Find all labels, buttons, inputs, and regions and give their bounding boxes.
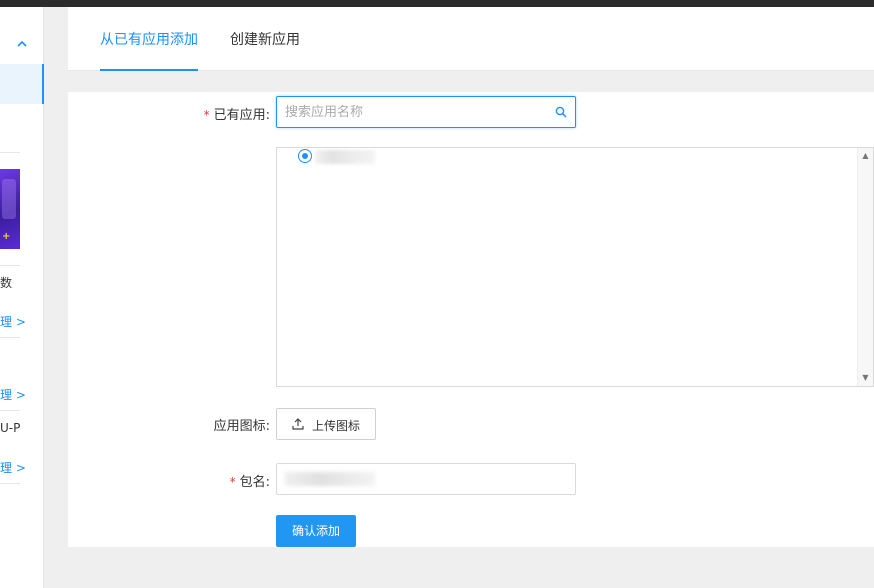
confirm-add-button[interactable]: 确认添加: [276, 515, 356, 547]
sidebar: + 数 理 > 理 > U-P 理 >: [0, 7, 44, 588]
sidebar-link[interactable]: 理 >: [0, 313, 26, 330]
banner-plus-icon: +: [2, 231, 11, 242]
sidebar-divider: [0, 152, 20, 153]
app-list-scrollbar[interactable]: ▲ ▼: [857, 148, 873, 386]
scroll-up-icon[interactable]: ▲: [858, 148, 873, 164]
sidebar-link[interactable]: 理 >: [0, 386, 26, 403]
existing-app-label: * 已有应用:: [204, 104, 270, 123]
required-mark: *: [203, 108, 210, 122]
blurred-app-name: [315, 150, 375, 164]
sidebar-divider: [0, 410, 20, 411]
sidebar-divider: [0, 483, 20, 484]
sidebar-promo-banner[interactable]: +: [0, 169, 20, 249]
required-mark: *: [229, 475, 236, 489]
app-radio-selected[interactable]: [298, 149, 312, 163]
chevron-up-icon[interactable]: [14, 37, 30, 53]
blurred-package-name: [285, 472, 375, 486]
upload-icon-button[interactable]: 上传图标: [276, 408, 376, 440]
package-name-label-text: 包名:: [239, 475, 270, 490]
sidebar-active-item[interactable]: [0, 64, 44, 104]
sidebar-text: U-P: [0, 421, 21, 435]
app-search-input[interactable]: [277, 97, 547, 127]
upload-button-label: 上传图标: [312, 419, 361, 433]
package-name-field[interactable]: [276, 463, 576, 495]
tab-create-new-app[interactable]: 创建新应用: [230, 7, 300, 71]
tab-add-existing-app[interactable]: 从已有应用添加: [100, 7, 198, 71]
scroll-down-icon[interactable]: ▼: [858, 370, 873, 386]
sidebar-divider: [0, 337, 20, 338]
existing-app-label-text: 已有应用:: [213, 108, 270, 123]
sidebar-link[interactable]: 理 >: [0, 459, 26, 476]
sidebar-divider: [0, 265, 20, 266]
app-icon-label: 应用图标:: [213, 419, 270, 434]
search-icon[interactable]: [555, 106, 567, 118]
tab-bar: 从已有应用添加 创建新应用: [68, 7, 874, 71]
app-search-box: [276, 96, 576, 128]
add-app-form: *已有应用: ▲ ▼ 应用图标: 上传图标 *包名: 确认添加: [68, 92, 874, 547]
package-name-label: * 包名:: [230, 471, 270, 490]
top-bar: [0, 0, 874, 7]
app-list: ▲ ▼: [276, 147, 874, 387]
sidebar-text: 数: [0, 276, 13, 290]
upload-icon: [292, 418, 304, 430]
